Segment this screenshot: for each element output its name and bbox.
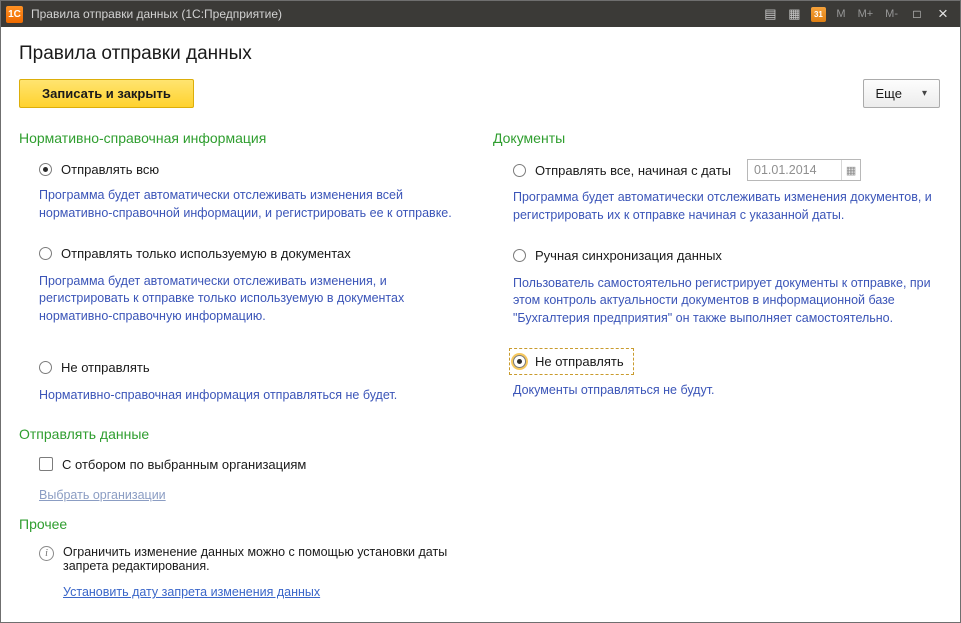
checkbox-filter-by-organizations[interactable]: С отбором по выбранным организациям [39, 457, 306, 472]
page-title: Правила отправки данных [19, 43, 940, 65]
section-other-header: Прочее [19, 516, 485, 532]
radio-label: Отправлять все, начиная с даты [535, 163, 731, 178]
save-close-button[interactable]: Записать и закрыть [19, 79, 194, 108]
select-organizations-link[interactable]: Выбрать организации [39, 488, 166, 502]
info-icon: i [39, 546, 54, 561]
nsi-send-all-description: Программа будет автоматически отслеживат… [39, 187, 477, 223]
radio-icon [513, 355, 526, 368]
calendar-icon[interactable]: 31 [808, 5, 828, 23]
nsi-do-not-send-description: Нормативно-справочная информация отправл… [39, 387, 477, 405]
close-button[interactable]: × [932, 4, 954, 24]
section-documents-header: Документы [493, 130, 940, 146]
radio-docs-send-from-date[interactable]: Отправлять все, начиная с даты [513, 163, 731, 178]
radio-label: Отправлять всю [61, 162, 159, 177]
section-nsi-header: Нормативно-справочная информация [19, 130, 485, 146]
radio-label: Ручная синхронизация данных [535, 248, 722, 263]
more-button-label: Еще [876, 86, 902, 101]
edit-restriction-note: i Ограничить изменение данных можно с по… [39, 545, 485, 573]
1c-logo-icon: 1С [6, 6, 23, 23]
app-window: 1С Правила отправки данных (1С:Предприят… [0, 0, 961, 623]
more-button[interactable]: Еще ▾ [863, 79, 940, 108]
nsi-send-used-only-description: Программа будет автоматически отслеживат… [39, 273, 477, 326]
toolbar: Записать и закрыть Еще ▾ [19, 79, 940, 108]
radio-label: Отправлять только используемую в докумен… [61, 246, 351, 261]
radio-docs-manual-sync[interactable]: Ручная синхронизация данных [513, 248, 722, 263]
radio-icon [39, 361, 52, 374]
date-input[interactable]: 01.01.2014 ▦ [747, 159, 861, 181]
section-send-data-header: Отправлять данные [19, 426, 485, 442]
radio-label: Не отправлять [61, 360, 150, 375]
radio-docs-do-not-send[interactable]: Не отправлять [513, 354, 624, 369]
window-title: Правила отправки данных (1С:Предприятие) [31, 7, 282, 21]
show-journal-icon[interactable]: ▤ [760, 5, 780, 23]
maximize-button[interactable]: □ [906, 4, 928, 24]
docs-do-not-send-description: Документы отправляться не будут. [513, 382, 940, 400]
chevron-down-icon: ▾ [922, 88, 927, 99]
titlebar: 1С Правила отправки данных (1С:Предприят… [1, 1, 960, 27]
calendar-picker-icon[interactable]: ▦ [841, 160, 860, 180]
right-column: Документы Отправлять все, начиная с даты… [485, 124, 940, 601]
radio-icon [513, 249, 526, 262]
radio-nsi-send-used-only[interactable]: Отправлять только используемую в докумен… [39, 246, 351, 261]
date-value: 01.01.2014 [754, 163, 817, 177]
radio-icon [39, 163, 52, 176]
memory-m-button[interactable]: M [832, 8, 849, 20]
radio-icon [513, 164, 526, 177]
docs-send-from-date-description: Программа будет автоматически отслеживат… [513, 189, 940, 225]
left-column: Нормативно-справочная информация Отправл… [19, 124, 485, 601]
radio-label: Не отправлять [535, 354, 624, 369]
memory-m-plus-button[interactable]: M+ [854, 8, 878, 20]
memory-m-minus-button[interactable]: M- [881, 8, 902, 20]
docs-manual-sync-description: Пользователь самостоятельно регистрирует… [513, 275, 940, 328]
radio-nsi-do-not-send[interactable]: Не отправлять [39, 360, 150, 375]
calculator-icon[interactable]: ▦ [784, 5, 804, 23]
focused-option-box: Не отправлять [510, 349, 633, 374]
note-text: Ограничить изменение данных можно с помо… [63, 545, 485, 573]
radio-icon [39, 247, 52, 260]
set-restriction-date-link[interactable]: Установить дату запрета изменения данных [63, 585, 320, 599]
checkbox-icon [39, 457, 53, 471]
checkbox-label: С отбором по выбранным организациям [62, 457, 306, 472]
radio-nsi-send-all[interactable]: Отправлять всю [39, 162, 159, 177]
form-content: Правила отправки данных Записать и закры… [1, 27, 960, 622]
